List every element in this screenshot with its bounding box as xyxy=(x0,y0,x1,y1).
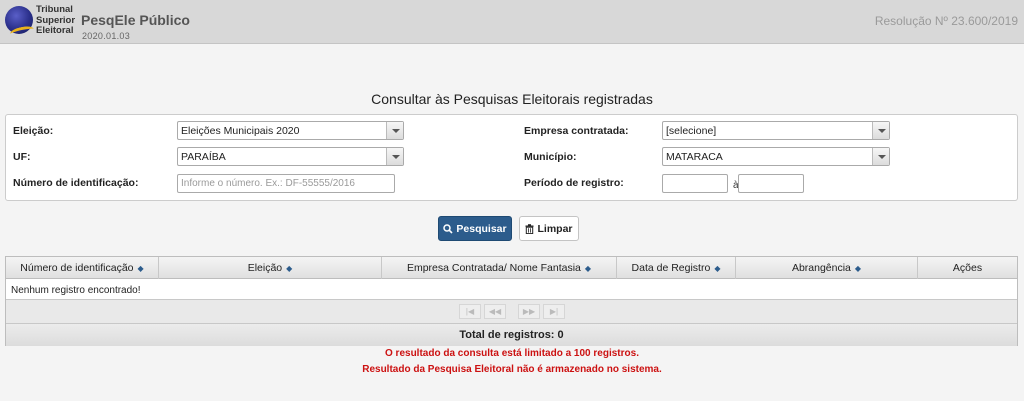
tse-logo-text: Tribunal Superior Eleitoral xyxy=(36,4,75,37)
empresa-select-value: [selecione] xyxy=(666,125,717,137)
uf-label: UF: xyxy=(13,151,31,163)
resolution-text: Resolução Nº 23.600/2019 xyxy=(874,14,1018,28)
table-header: Número de identificação ◆ Eleição ◆ Empres… xyxy=(6,257,1017,279)
municipio-label: Município: xyxy=(524,151,577,163)
empresa-label: Empresa contratada: xyxy=(524,125,629,137)
column-header-data[interactable]: Data de Registro ◆ xyxy=(617,257,736,279)
chevron-down-icon[interactable] xyxy=(872,148,889,165)
trash-icon xyxy=(525,223,534,234)
periodo-to-input[interactable] xyxy=(738,174,804,193)
periodo-from-input[interactable] xyxy=(662,174,728,193)
clear-button[interactable]: Limpar xyxy=(519,216,579,241)
periodo-label: Período de registro: xyxy=(524,177,624,189)
column-header-label: Abrangência xyxy=(791,262,851,274)
last-page-icon[interactable]: ▶| xyxy=(543,304,565,319)
municipio-select[interactable]: MATARACA xyxy=(662,147,890,166)
column-header-abrangencia[interactable]: Abrangência ◆ xyxy=(736,257,918,279)
column-header-label: Número de identificação xyxy=(20,262,134,274)
numero-label: Número de identificação: xyxy=(13,177,139,189)
paginator: |◀ ◀◀ ▶▶ ▶| xyxy=(6,300,1017,324)
column-header-empresa[interactable]: Empresa Contratada/ Nome Fantasia ◆ xyxy=(382,257,617,279)
logo-line-1: Tribunal xyxy=(36,4,73,15)
warning-limit: O resultado da consulta está limitado a … xyxy=(385,348,639,359)
sort-icon: ◆ xyxy=(854,263,862,273)
logo-line-3: Eleitoral xyxy=(36,25,74,36)
uf-select[interactable]: PARAÍBA xyxy=(177,147,404,166)
municipio-select-value: MATARACA xyxy=(666,151,723,163)
chevron-down-icon[interactable] xyxy=(386,148,403,165)
empresa-select[interactable]: [selecione] xyxy=(662,121,890,140)
search-button-label: Pesquisar xyxy=(456,222,507,235)
first-page-icon[interactable]: |◀ xyxy=(459,304,481,319)
column-header-numero[interactable]: Número de identificação ◆ xyxy=(6,257,159,279)
column-header-label: Eleição xyxy=(247,262,283,274)
clear-button-label: Limpar xyxy=(537,222,573,235)
app-version: 2020.01.03 xyxy=(82,31,131,41)
chevron-down-icon[interactable] xyxy=(872,122,889,139)
total-records: Total de registros: 0 xyxy=(6,324,1017,346)
chevron-down-icon[interactable] xyxy=(386,122,403,139)
numero-input[interactable] xyxy=(177,174,395,193)
app-header: Tribunal Superior Eleitoral PesqEle Públ… xyxy=(0,0,1024,44)
column-header-acoes: Ações xyxy=(918,257,1017,279)
app-title: PesqEle Público xyxy=(81,12,190,28)
empty-row-message: Nenhum registro encontrado! xyxy=(6,280,1017,300)
search-form-panel: Eleição: Eleições Municipais 2020 Empres… xyxy=(5,114,1018,201)
sort-icon: ◆ xyxy=(714,263,721,273)
eleicao-label: Eleição: xyxy=(13,125,54,137)
warning-not-stored: Resultado da Pesquisa Eleitoral não é ar… xyxy=(362,364,662,375)
column-header-eleicao[interactable]: Eleição ◆ xyxy=(159,257,382,279)
sort-icon: ◆ xyxy=(137,263,144,273)
results-table: Número de identificação ◆ Eleição ◆ Empres… xyxy=(5,256,1018,346)
previous-page-icon[interactable]: ◀◀ xyxy=(484,304,506,319)
sort-icon: ◆ xyxy=(286,263,293,273)
eleicao-select[interactable]: Eleições Municipais 2020 xyxy=(177,121,404,140)
search-icon xyxy=(443,223,453,234)
search-button[interactable]: Pesquisar xyxy=(438,216,512,241)
eleicao-select-value: Eleições Municipais 2020 xyxy=(181,125,300,137)
uf-select-value: PARAÍBA xyxy=(181,151,226,163)
next-page-icon[interactable]: ▶▶ xyxy=(518,304,540,319)
column-header-label: Empresa Contratada/ Nome Fantasia xyxy=(406,262,581,274)
page-title: Consultar às Pesquisas Eleitorais regist… xyxy=(371,91,653,107)
sort-icon: ◆ xyxy=(584,263,592,273)
column-header-label: Ações xyxy=(952,262,983,274)
column-header-label: Data de Registro xyxy=(631,262,711,274)
